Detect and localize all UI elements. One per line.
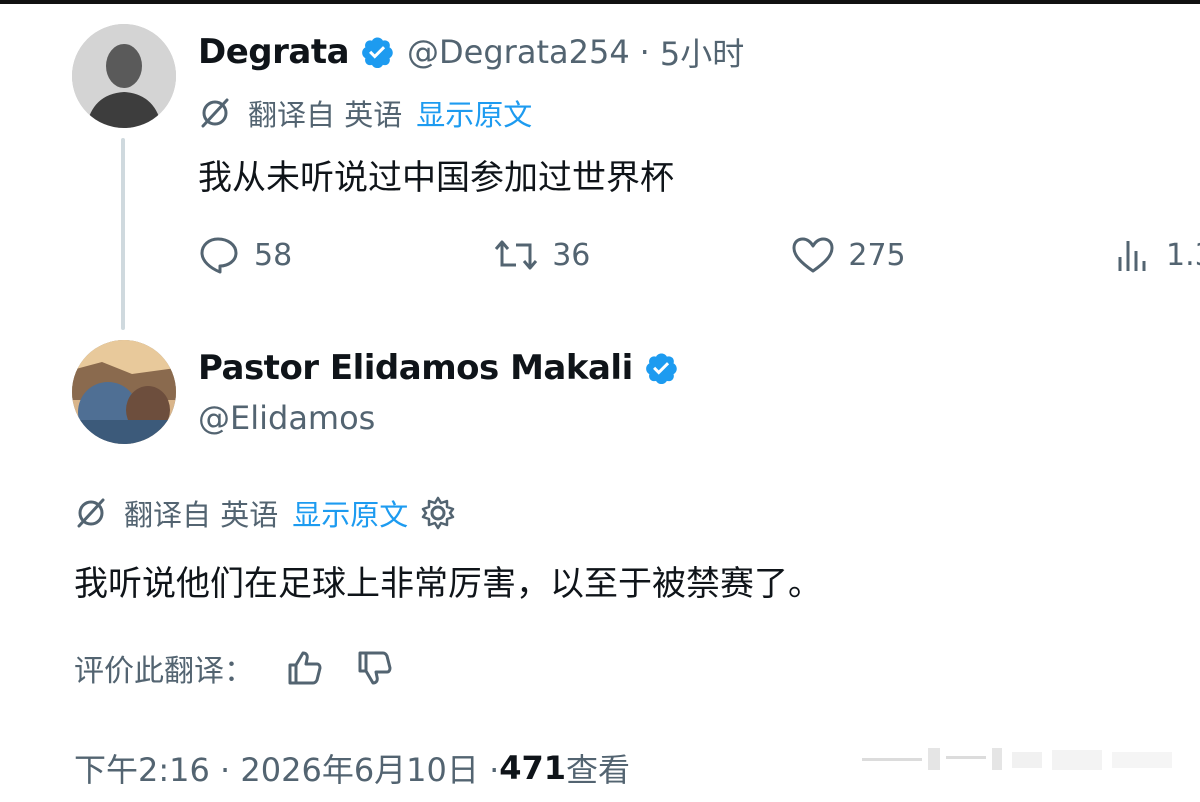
tweet1-author-name[interactable]: Degrata — [198, 32, 350, 72]
tweet2-author-name[interactable]: Pastor Elidamos Makali — [198, 348, 633, 388]
retweet-button[interactable]: 36 — [492, 235, 590, 275]
translate-icon — [77, 498, 105, 528]
verified-badge-icon — [362, 37, 393, 69]
tweet2-handle-row: @Elidamos — [198, 396, 375, 440]
views-icon — [1118, 241, 1146, 271]
settings-gear-icon[interactable] — [420, 495, 456, 531]
like-count: 275 — [848, 237, 906, 273]
tweet1-translation-bar: 翻译自 英语 显示原文 — [198, 92, 532, 134]
views-count: 1.3 — [1166, 237, 1200, 273]
header-separator: · — [639, 33, 650, 71]
translated-from-label: 翻译自 英语 — [248, 98, 403, 132]
view-count: 471 — [499, 749, 567, 787]
verified-badge-icon — [645, 353, 677, 385]
tweet1-actions: 58 36 275 — [198, 232, 906, 278]
rate-translation-row: 评价此翻译： — [74, 646, 394, 690]
thumbs-up-icon[interactable] — [284, 648, 324, 688]
tweet2-header: Pastor Elidamos Makali — [198, 344, 691, 392]
tweet1-header: Degrata @Degrata254 · 5小时 — [198, 28, 744, 76]
rate-translation-label: 评价此翻译： — [74, 654, 254, 689]
reply-icon — [200, 237, 238, 274]
tweet2-footer: 下午2:16 · 2026年6月10日 · 471 查看 — [74, 744, 630, 792]
avatar-degrata[interactable] — [72, 24, 176, 128]
tweet2-text: 我听说他们在足球上非常厉害，以至于被禁赛了。 — [74, 564, 822, 604]
like-icon — [792, 237, 834, 273]
view-label: 查看 — [566, 751, 631, 789]
tweet2-handle[interactable]: @Elidamos — [198, 399, 375, 437]
avatar-elidamos[interactable] — [72, 340, 176, 444]
show-original-link[interactable]: 显示原文 — [292, 492, 408, 534]
like-button[interactable]: 275 — [790, 235, 906, 275]
tweet1-handle[interactable]: @Degrata254 — [407, 33, 630, 71]
reply-count: 58 — [254, 237, 293, 273]
show-original-link[interactable]: 显示原文 — [416, 92, 532, 134]
tweet-timestamp[interactable]: 下午2:16 · 2026年6月10日 · — [74, 745, 499, 791]
retweet-icon — [495, 240, 538, 270]
retweet-count: 36 — [552, 237, 591, 273]
translate-icon — [201, 98, 229, 128]
reply-button[interactable]: 58 — [198, 235, 292, 275]
watermark — [862, 748, 1172, 770]
tweet2-translation-bar: 翻译自 英语 显示原文 — [74, 492, 456, 534]
tweet1-text: 我从未听说过中国参加过世界杯 — [198, 158, 674, 198]
views-button[interactable]: 1.3 — [1114, 232, 1200, 278]
translated-from-label: 翻译自 英语 — [124, 498, 279, 532]
thumbs-down-icon[interactable] — [354, 648, 394, 688]
top-edge-bar — [0, 0, 1200, 4]
thread-connector-line — [121, 138, 125, 330]
tweet1-time[interactable]: 5小时 — [660, 29, 744, 75]
